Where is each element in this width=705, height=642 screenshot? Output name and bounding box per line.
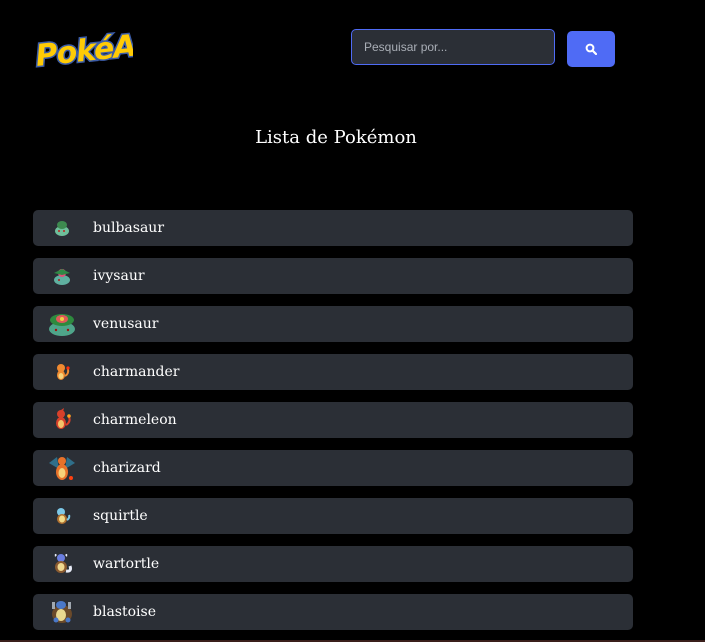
pokemon-name: bulbasaur <box>93 220 165 236</box>
pokemon-item-charmeleon[interactable]: charmeleon <box>33 402 633 438</box>
pokemon-item-charizard[interactable]: charizard <box>33 450 633 486</box>
pokemon-name: charmeleon <box>93 412 177 428</box>
pokemon-item-wartortle[interactable]: wartortle <box>33 546 633 582</box>
page-title: Lista de Pokémon <box>255 127 417 148</box>
pokemon-item-ivysaur[interactable]: ivysaur <box>33 258 633 294</box>
bulbasaur-sprite-icon <box>46 212 78 244</box>
pokeapi-logo[interactable]: PokéAPI <box>33 17 133 77</box>
squirtle-sprite-icon <box>46 500 78 532</box>
venusaur-sprite-icon <box>46 308 78 340</box>
pokemon-name: ivysaur <box>93 268 145 284</box>
pokemon-item-squirtle[interactable]: squirtle <box>33 498 633 534</box>
pokemon-name: wartortle <box>93 556 160 572</box>
pokeapi-logo-icon: PokéAPI <box>33 24 133 76</box>
pokemon-list: bulbasaur ivysaur venusaur charmander ch… <box>33 210 633 642</box>
pokemon-item-bulbasaur[interactable]: bulbasaur <box>33 210 633 246</box>
pokemon-name: venusaur <box>93 316 159 332</box>
charmander-sprite-icon <box>46 356 78 388</box>
search-button[interactable] <box>567 31 615 67</box>
pokemon-name: charmander <box>93 364 180 380</box>
pokemon-name: squirtle <box>93 508 148 524</box>
pokemon-item-charmander[interactable]: charmander <box>33 354 633 390</box>
pokemon-name: charizard <box>93 460 161 476</box>
svg-text:PokéAPI: PokéAPI <box>34 25 133 74</box>
blastoise-sprite-icon <box>46 596 78 628</box>
pokemon-item-venusaur[interactable]: venusaur <box>33 306 633 342</box>
search-input[interactable] <box>351 29 555 65</box>
pokemon-item-blastoise[interactable]: blastoise <box>33 594 633 630</box>
charizard-sprite-icon <box>46 452 78 484</box>
ivysaur-sprite-icon <box>46 260 78 292</box>
pokemon-name: blastoise <box>93 604 156 620</box>
wartortle-sprite-icon <box>46 548 78 580</box>
charmeleon-sprite-icon <box>46 404 78 436</box>
search-icon <box>585 43 597 55</box>
